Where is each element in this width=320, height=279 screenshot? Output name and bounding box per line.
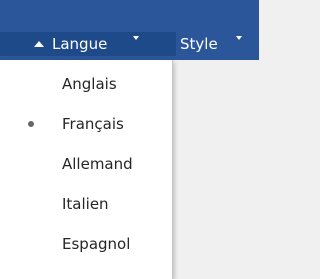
langue-label: Langue: [52, 35, 108, 53]
dropdown-caret-icon: [133, 36, 140, 40]
menu-item-label: Italien: [62, 195, 109, 213]
menu-item-anglais[interactable]: Anglais: [0, 64, 172, 104]
menu-item-francais[interactable]: Français: [0, 104, 172, 144]
collapse-caret-icon: [34, 41, 44, 47]
langue-dropdown-button[interactable]: Langue: [0, 32, 176, 56]
selected-bullet-icon: [28, 121, 34, 127]
menu-item-espagnol[interactable]: Espagnol: [0, 224, 172, 264]
menu-item-italien[interactable]: Italien: [0, 184, 172, 224]
menu-item-label: Espagnol: [62, 235, 131, 253]
style-dropdown-button[interactable]: Style: [176, 32, 259, 56]
toolbar: Langue Style: [0, 0, 259, 60]
menu-item-label: Allemand: [62, 155, 133, 173]
style-label: Style: [180, 35, 218, 53]
menu-item-label: Anglais: [62, 75, 117, 93]
menu-item-allemand[interactable]: Allemand: [0, 144, 172, 184]
menu-item-label: Français: [62, 115, 124, 133]
dropdown-caret-icon: [235, 36, 242, 40]
language-menu: Anglais Français Allemand Italien Espagn…: [0, 60, 173, 279]
